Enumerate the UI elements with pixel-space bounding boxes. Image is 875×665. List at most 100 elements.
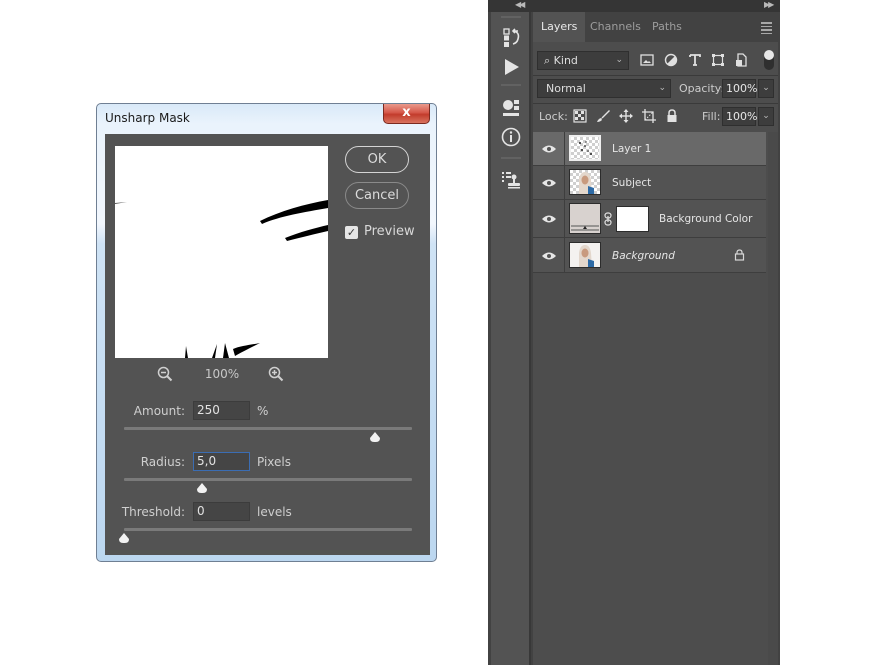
unsharp-mask-dialog: Unsharp Mask x OK Cancel ✓ Preview 100% [96, 103, 437, 562]
panel-dock [491, 12, 531, 665]
tab-paths[interactable]: Paths [644, 12, 690, 42]
tab-layers[interactable]: Layers [533, 12, 586, 42]
radius-input[interactable]: 5,0 [193, 452, 250, 471]
amount-input[interactable]: 250 [193, 401, 250, 420]
filter-kind-dropdown[interactable]: ⌕ Kind ⌄ [537, 51, 629, 70]
dock-grip[interactable] [501, 157, 521, 159]
visibility-eye-icon[interactable] [541, 178, 557, 188]
layer-thumbnail-image [579, 172, 594, 194]
properties-icon[interactable] [499, 96, 523, 120]
visibility-eye-icon[interactable] [541, 144, 557, 154]
collapse-left-icon[interactable]: ◀◀ [515, 0, 525, 9]
divider [564, 200, 565, 237]
layer-thumbnail [569, 203, 601, 234]
opacity-input[interactable]: 100% [722, 79, 757, 98]
layer-thumbnail [569, 169, 601, 195]
opacity-label: Opacity: [679, 82, 725, 95]
layer-mask-thumbnail[interactable] [616, 206, 649, 232]
history-icon[interactable] [499, 26, 523, 50]
type-filter-icon[interactable] [687, 52, 703, 68]
layer-thumbnail-image [579, 245, 594, 267]
info-icon[interactable] [499, 125, 523, 149]
preview-stroke [285, 225, 328, 241]
radius-slider-thumb[interactable] [196, 483, 208, 493]
lock-position-icon[interactable] [619, 109, 633, 123]
amount-slider-thumb[interactable] [369, 432, 381, 442]
threshold-label: Threshold: [121, 505, 185, 519]
layer-row-background[interactable]: Background [533, 238, 766, 273]
layers-scrollbar[interactable] [768, 132, 778, 665]
filter-toggle[interactable] [764, 50, 774, 70]
fill-dropdown-button[interactable]: ⌄ [758, 107, 774, 126]
adjustment-filter-icon[interactable] [663, 52, 679, 68]
cancel-button[interactable]: Cancel [345, 182, 409, 209]
radius-unit: Pixels [257, 455, 292, 469]
pixel-layer-filter-icon[interactable] [639, 52, 655, 68]
threshold-unit: levels [257, 505, 292, 519]
close-button[interactable]: x [383, 104, 430, 124]
layer-row-subject[interactable]: Subject [533, 166, 766, 200]
threshold-slider-thumb[interactable] [118, 533, 130, 543]
preview-stroke [260, 200, 328, 224]
lock-artboard-icon[interactable] [642, 109, 656, 123]
preview-checkbox[interactable]: ✓ [345, 226, 358, 239]
dialog-body: OK Cancel ✓ Preview 100% Amount: 250 % R… [105, 134, 430, 555]
fill-input[interactable]: 100% [722, 107, 757, 126]
checkmark-icon: ✓ [346, 226, 357, 239]
layer-name: Background [612, 250, 675, 262]
chevron-down-icon: ⌄ [658, 83, 666, 93]
smart-object-filter-icon[interactable] [733, 52, 749, 68]
opacity-dropdown-button[interactable]: ⌄ [758, 79, 774, 98]
preview-stroke [233, 343, 260, 356]
layer-lock-icon [734, 249, 745, 261]
layer-name: Subject [612, 177, 652, 189]
visibility-eye-icon[interactable] [541, 214, 557, 224]
layer-row-layer-1[interactable]: Layer 1 [533, 132, 766, 166]
panel-menu-icon[interactable] [761, 22, 772, 36]
expand-right-icon[interactable]: ▶▶ [764, 0, 774, 9]
radius-slider-track[interactable] [124, 478, 412, 481]
filter-kind-label: Kind [553, 54, 578, 67]
ok-button[interactable]: OK [345, 146, 409, 173]
tab-channels[interactable]: Channels [582, 12, 649, 42]
fill-label: Fill: [702, 110, 721, 123]
panel-top-bar: ◀◀ ▶▶ [488, 0, 780, 12]
divider [533, 103, 778, 104]
amount-label: Amount: [133, 404, 185, 418]
divider [564, 238, 565, 272]
divider [564, 166, 565, 199]
preview-label: Preview [364, 224, 415, 239]
panel-tabs: Layers Channels Paths [533, 12, 778, 42]
zoom-in-icon [268, 366, 284, 382]
dialog-title: Unsharp Mask [105, 111, 190, 125]
visibility-eye-icon[interactable] [541, 251, 557, 261]
dock-grip[interactable] [501, 16, 521, 18]
lock-label: Lock: [539, 110, 568, 123]
shape-filter-icon[interactable] [710, 52, 726, 68]
close-icon: x [402, 105, 411, 120]
divider [564, 132, 565, 165]
clone-source-icon[interactable] [499, 168, 523, 192]
lock-image-pixels-icon[interactable] [596, 109, 610, 123]
zoom-out-button[interactable] [157, 366, 173, 382]
layer-thumbnail [569, 135, 601, 161]
search-icon: ⌕ [544, 54, 554, 67]
blend-mode-dropdown[interactable]: Normal ⌄ [537, 79, 671, 98]
actions-play-icon[interactable] [499, 55, 523, 79]
threshold-input[interactable]: 0 [193, 502, 250, 521]
amount-slider-track[interactable] [124, 427, 412, 430]
layers-panel: Layers Channels Paths ⌕ Kind ⌄ Normal ⌄ … [533, 12, 778, 665]
layer-row-background-color[interactable]: Background Color [533, 200, 766, 238]
zoom-in-button[interactable] [268, 366, 284, 382]
blend-mode-value: Normal [546, 82, 586, 95]
lock-transparent-pixels-icon[interactable] [573, 109, 587, 123]
preview-image [115, 200, 328, 358]
dock-grip[interactable] [501, 84, 521, 86]
chevron-down-icon: ⌄ [762, 83, 770, 93]
mask-link-icon[interactable] [604, 212, 612, 226]
threshold-slider-track[interactable] [124, 528, 412, 531]
preview-stroke [115, 202, 127, 204]
photoshop-panels: ◀◀ ▶▶ Layers Channels Paths ⌕ Kind ⌄ Nor… [488, 0, 780, 665]
lock-all-icon[interactable] [665, 109, 679, 123]
filter-preview[interactable] [115, 146, 328, 358]
